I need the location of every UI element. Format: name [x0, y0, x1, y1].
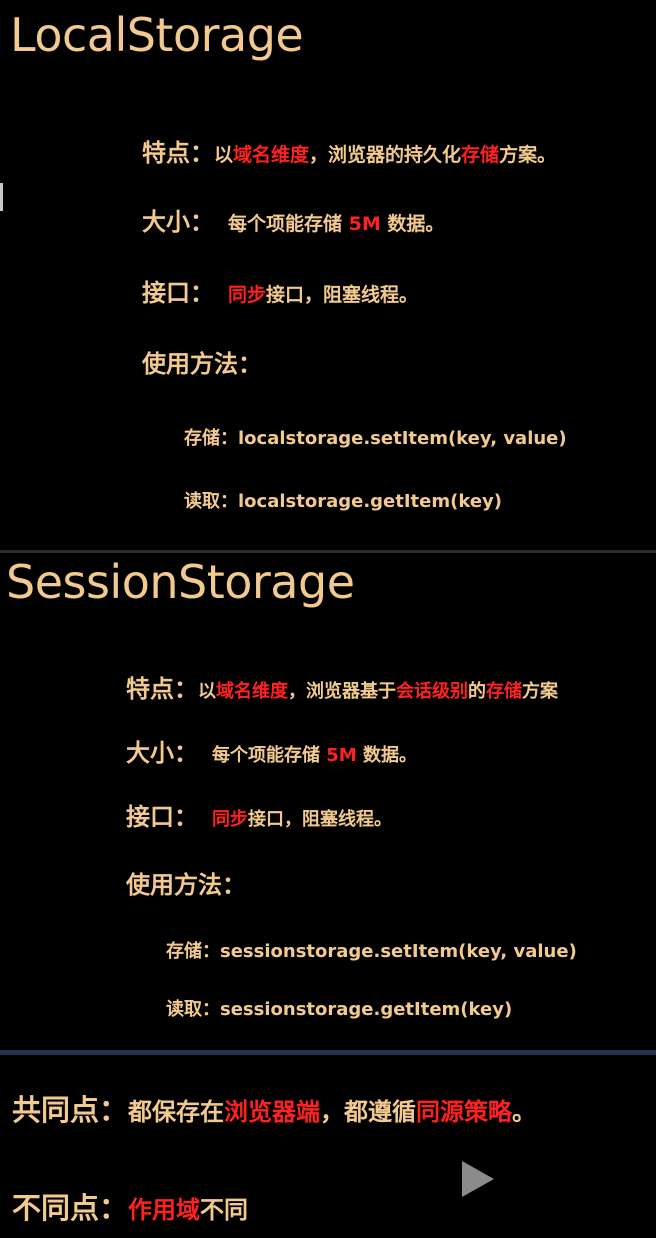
differences-line: 不同点：作用域不同 [12, 1191, 249, 1225]
localstorage-title: LocalStorage [10, 8, 304, 62]
session-read-method: 读取：sessionstorage.getItem(key) [166, 999, 513, 1020]
edge-marker [0, 183, 3, 211]
play-icon[interactable] [462, 1161, 494, 1197]
session-store-method: 存储：sessionstorage.setItem(key, value) [166, 941, 577, 962]
sessionstorage-panel: SessionStorage 特点：以域名维度，浏览器基于会话级别的存储方案 大… [0, 553, 656, 1050]
local-read-method: 读取：localstorage.getItem(key) [184, 491, 503, 512]
local-feature-line: 特点：以域名维度，浏览器的持久化存储方案。 [142, 139, 557, 167]
local-store-method: 存储：localstorage.setItem(key, value) [184, 428, 567, 449]
session-feature-line: 特点：以域名维度，浏览器基于会话级别的存储方案 [126, 675, 558, 703]
session-usage-heading: 使用方法： [126, 871, 246, 899]
session-api-line: 接口： 同步接口，阻塞线程。 [126, 803, 392, 831]
local-size-line: 大小： 每个项能存储 5M 数据。 [142, 208, 445, 236]
localstorage-panel: LocalStorage 特点：以域名维度，浏览器的持久化存储方案。 大小： 每个… [0, 0, 656, 550]
common-points-line: 共同点：都保存在浏览器端，都遵循同源策略。 [12, 1093, 537, 1127]
sessionstorage-title: SessionStorage [6, 555, 355, 609]
local-api-line: 接口： 同步接口，阻塞线程。 [142, 279, 419, 307]
session-size-line: 大小： 每个项能存储 5M 数据。 [126, 739, 417, 767]
summary-panel: 共同点：都保存在浏览器端，都遵循同源策略。 不同点：作用域不同 [0, 1055, 656, 1238]
local-usage-heading: 使用方法： [142, 350, 262, 378]
